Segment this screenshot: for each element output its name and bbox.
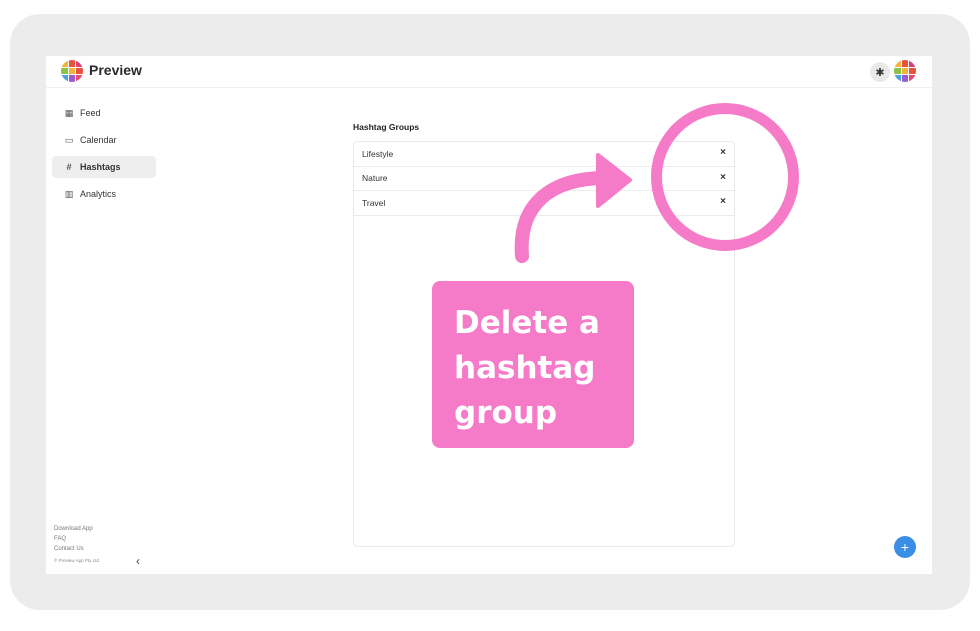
annotation-line: group bbox=[454, 395, 558, 431]
annotation-line: Delete a bbox=[454, 305, 600, 341]
annotation-callout: Delete a hashtag group bbox=[432, 281, 634, 448]
annotation-line: hashtag bbox=[454, 350, 596, 386]
